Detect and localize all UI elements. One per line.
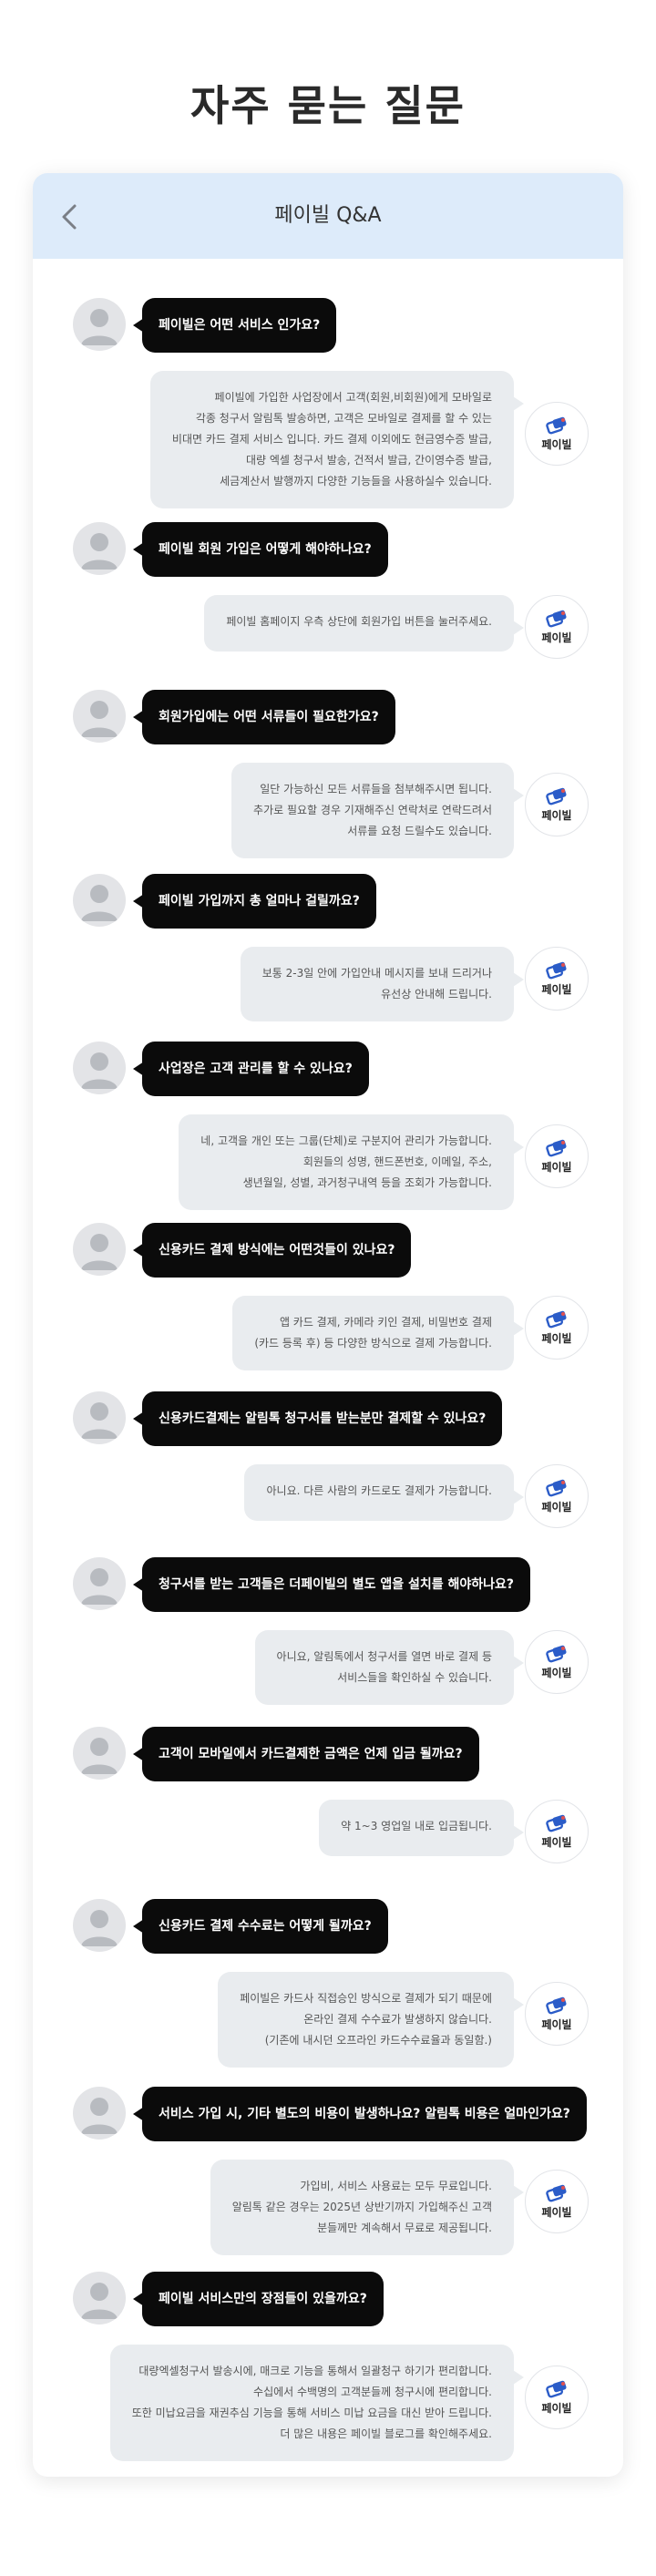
answer-bubble: 페이빌에 가입한 사업장에서 고객(회원,비회원)에게 모바일로 각종 청구서 … bbox=[149, 371, 525, 508]
bot-name: 페이빌 bbox=[541, 2206, 572, 2219]
question-bubble[interactable]: 신용카드결제는 알림톡 청구서를 받는분만 결제할 수 있나요? bbox=[132, 1391, 503, 1446]
user-avatar bbox=[73, 874, 126, 927]
user-avatar bbox=[73, 2087, 126, 2140]
paybill-logo-icon bbox=[546, 1139, 567, 1157]
user-avatar bbox=[73, 1727, 126, 1780]
bot-avatar: 페이빌 bbox=[525, 947, 589, 1011]
answer-bubble: 페이빌은 카드사 직접승인 방식으로 결제가 되기 때문에 온라인 결제 수수료… bbox=[218, 1972, 524, 2068]
paybill-logo-icon bbox=[546, 1814, 567, 1832]
user-avatar bbox=[73, 1223, 126, 1276]
question-bubble[interactable]: 페이빌 회원 가입은 어떻게 해야하나요? bbox=[133, 522, 388, 577]
bot-avatar: 페이빌 bbox=[525, 402, 589, 466]
paybill-logo-icon bbox=[546, 1479, 567, 1497]
bot-avatar: 페이빌 bbox=[525, 2366, 589, 2429]
paybill-logo-icon bbox=[546, 961, 567, 980]
card-title: 페이빌 Q&A bbox=[274, 204, 382, 227]
user-silhouette-icon bbox=[81, 1234, 118, 1270]
user-silhouette-icon bbox=[81, 2098, 118, 2134]
user-silhouette-icon bbox=[81, 1568, 118, 1605]
paybill-logo-icon bbox=[546, 416, 567, 435]
paybill-logo-icon bbox=[546, 2380, 567, 2398]
question-bubble[interactable]: 신용카드 결제 수수료는 어떻게 될까요? bbox=[133, 1899, 388, 1954]
bot-avatar: 페이빌 bbox=[525, 1630, 589, 1694]
question-bubble[interactable]: 페이빌 가입까지 총 얼마나 걸릴까요? bbox=[133, 874, 376, 929]
user-silhouette-icon bbox=[81, 885, 118, 921]
bot-name: 페이빌 bbox=[541, 2018, 572, 2031]
user-silhouette-icon bbox=[81, 533, 118, 570]
user-avatar bbox=[73, 1899, 126, 1952]
bot-name: 페이빌 bbox=[541, 1667, 572, 1679]
paybill-logo-icon bbox=[546, 1996, 567, 2015]
answer-bubble: 일단 가능하신 모든 서류들을 첨부해주시면 됩니다. 추가로 필요할 경우 기… bbox=[231, 763, 524, 858]
bot-name: 페이빌 bbox=[541, 983, 572, 996]
user-silhouette-icon bbox=[81, 1910, 118, 1946]
user-avatar bbox=[73, 298, 126, 351]
bot-avatar: 페이빌 bbox=[525, 595, 589, 659]
answer-bubble: 앱 카드 결제, 카메라 키인 결제, 비밀번호 결제 (카드 등록 후) 등 … bbox=[232, 1296, 524, 1370]
bot-name: 페이빌 bbox=[541, 1332, 572, 1345]
user-silhouette-icon bbox=[81, 701, 118, 737]
bot-avatar: 페이빌 bbox=[525, 1124, 589, 1188]
paybill-logo-icon bbox=[546, 787, 567, 806]
bot-avatar: 페이빌 bbox=[525, 1296, 589, 1360]
bot-avatar: 페이빌 bbox=[525, 773, 589, 836]
user-silhouette-icon bbox=[81, 2283, 118, 2319]
bot-name: 페이빌 bbox=[541, 809, 572, 822]
user-silhouette-icon bbox=[81, 1052, 118, 1089]
answer-bubble: 가입비, 서비스 사용료는 모두 무료입니다. 알림톡 같은 경우는 2025년… bbox=[210, 2160, 525, 2255]
bot-avatar: 페이빌 bbox=[525, 1800, 589, 1863]
question-bubble[interactable]: 회원가입에는 어떤 서류들이 필요한가요? bbox=[133, 690, 395, 744]
question-bubble[interactable]: 청구서를 받는 고객들은 더페이빌의 별도 앱을 설치를 해야하나요? bbox=[133, 1557, 530, 1612]
paybill-logo-icon bbox=[546, 1310, 567, 1329]
question-bubble[interactable]: 사업장은 고객 관리를 할 수 있나요? bbox=[133, 1042, 369, 1096]
answer-bubble: 페이빌 홈페이지 우측 상단에 회원가입 버튼을 눌러주세요. bbox=[204, 595, 524, 652]
bot-name: 페이빌 bbox=[541, 2402, 572, 2415]
user-silhouette-icon bbox=[81, 1738, 118, 1774]
answer-bubble: 네, 고객을 개인 또는 그룹(단체)로 구분지어 관리가 가능합니다. 회원들… bbox=[179, 1114, 524, 1210]
bot-name: 페이빌 bbox=[541, 1836, 572, 1849]
page-title: 자주 묻는 질문 bbox=[190, 81, 466, 130]
question-bubble[interactable]: 고객이 모바일에서 카드결제한 금액은 언제 입금 될까요? bbox=[133, 1727, 479, 1781]
question-bubble[interactable]: 페이빌 서비스만의 장점들이 있을까요? bbox=[133, 2272, 384, 2326]
answer-bubble: 아니요, 알림톡에서 청구서를 열면 바로 결제 등 서비스들을 확인하실 수 … bbox=[254, 1630, 525, 1705]
card-header: 페이빌 Q&A bbox=[33, 173, 623, 259]
bot-avatar: 페이빌 bbox=[525, 1982, 589, 2046]
paybill-logo-icon bbox=[546, 2184, 567, 2202]
paybill-logo-icon bbox=[546, 1645, 567, 1663]
answer-bubble: 아니요. 다른 사람의 카드로도 결제가 가능합니다. bbox=[244, 1464, 524, 1521]
question-bubble[interactable]: 신용카드 결제 방식에는 어떤것들이 있나요? bbox=[132, 1223, 412, 1278]
answer-bubble: 약 1~3 영업일 내로 입금됩니다. bbox=[319, 1800, 524, 1856]
user-avatar bbox=[73, 690, 126, 743]
user-avatar bbox=[73, 1557, 126, 1610]
user-silhouette-icon bbox=[81, 1402, 118, 1439]
question-bubble[interactable]: 서비스 가입 시, 기타 별도의 비용이 발생하나요? 알림톡 비용은 얼마인가… bbox=[133, 2087, 587, 2141]
bot-avatar: 페이빌 bbox=[525, 1464, 589, 1528]
qa-card: 페이빌 Q&A 페이빌은 어떤 서비스 인가요? 페이빌에 가입한 사업장에서 고… bbox=[33, 173, 623, 2477]
bot-name: 페이빌 bbox=[541, 1501, 572, 1514]
user-avatar bbox=[73, 1391, 126, 1444]
user-avatar bbox=[73, 2272, 126, 2325]
bot-name: 페이빌 bbox=[541, 631, 572, 644]
user-avatar bbox=[73, 1042, 126, 1094]
user-silhouette-icon bbox=[81, 309, 118, 345]
bot-name: 페이빌 bbox=[541, 438, 572, 451]
answer-bubble: 보통 2-3일 안에 가입안내 메시지를 보내 드리거나 유선상 안내해 드립니… bbox=[240, 947, 525, 1021]
user-avatar bbox=[73, 522, 126, 575]
bot-avatar: 페이빌 bbox=[525, 2170, 589, 2233]
question-bubble[interactable]: 페이빌은 어떤 서비스 인가요? bbox=[132, 298, 337, 353]
paybill-logo-icon bbox=[546, 610, 567, 628]
bot-name: 페이빌 bbox=[541, 1161, 572, 1174]
answer-bubble: 대량엑셀청구서 발송시에, 매크로 기능을 통해서 일괄청구 하기가 편리합니다… bbox=[109, 2345, 525, 2461]
